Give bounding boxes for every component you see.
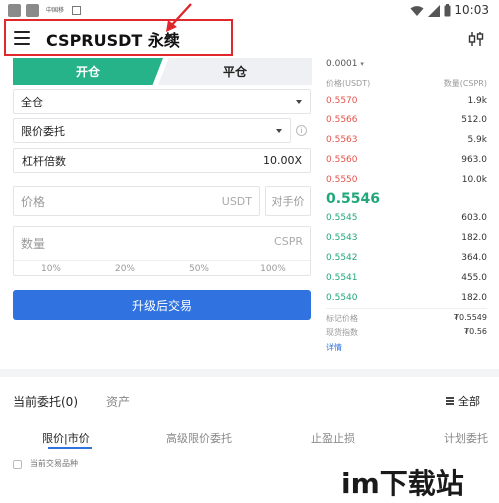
leverage-label: 杠杆倍数 bbox=[22, 154, 66, 168]
ask-qty: 512.0 bbox=[461, 115, 487, 125]
current-symbol-checkbox[interactable] bbox=[13, 460, 22, 469]
leverage-field[interactable]: 杠杆倍数 10.00X bbox=[13, 148, 311, 173]
percent-option-100[interactable]: 100% bbox=[236, 261, 310, 276]
ask-price: 0.5566 bbox=[326, 115, 358, 125]
bid-price: 0.5543 bbox=[326, 233, 358, 243]
upgrade-trade-button[interactable]: 升级后交易 bbox=[13, 290, 311, 320]
percent-option-50[interactable]: 50% bbox=[162, 261, 236, 276]
divider bbox=[326, 308, 487, 309]
info-icon[interactable]: i bbox=[296, 125, 307, 136]
list-icon bbox=[446, 397, 454, 405]
index-label: 现货指数 bbox=[326, 328, 358, 337]
percent-option-20[interactable]: 20% bbox=[88, 261, 162, 276]
tab-close-position[interactable]: 平仓 bbox=[158, 58, 312, 85]
annotation-arrow-icon bbox=[166, 3, 192, 32]
mark-price-value: ₮0.5549 bbox=[453, 313, 487, 322]
index-price-row: 现货指数 ₮0.56 bbox=[326, 327, 487, 338]
subtab-advanced-limit[interactable]: 高级限价委托 bbox=[166, 430, 232, 446]
precision-value: 0.0001 bbox=[326, 59, 358, 69]
quantity-input[interactable]: 数量 CSPR 10% 20% 50% 100% bbox=[13, 226, 311, 276]
bid-row[interactable]: 0.5540 182.0 bbox=[326, 293, 487, 307]
bid-price: 0.5542 bbox=[326, 253, 358, 263]
bid-price: 0.5541 bbox=[326, 273, 358, 283]
bid-price: 0.5545 bbox=[326, 213, 358, 223]
mark-price-row: 标记价格 ₮0.5549 bbox=[326, 313, 487, 324]
signal-icon bbox=[428, 5, 440, 17]
margin-mode-value: 全仓 bbox=[21, 95, 43, 109]
ask-row[interactable]: 0.5560 963.0 bbox=[326, 155, 487, 169]
dropdown-arrow-icon bbox=[276, 129, 282, 133]
section-divider bbox=[0, 369, 499, 377]
price-placeholder: 价格 bbox=[21, 194, 46, 209]
wifi-icon bbox=[410, 6, 424, 16]
bid-price: 0.5540 bbox=[326, 293, 358, 303]
app-icon bbox=[72, 6, 81, 15]
quantity-unit: CSPR bbox=[274, 235, 303, 248]
quantity-placeholder: 数量 bbox=[21, 237, 46, 251]
ask-price: 0.5550 bbox=[326, 175, 358, 185]
clock: 10:03 bbox=[454, 3, 489, 17]
ask-qty: 963.0 bbox=[461, 155, 487, 165]
bid-qty: 455.0 bbox=[461, 273, 487, 283]
filter-button[interactable]: 全部 bbox=[446, 393, 480, 409]
header-price: 价格(USDT) bbox=[326, 79, 371, 88]
checkbox-label: 当前交易品种 bbox=[30, 459, 78, 468]
mark-price-label: 标记价格 bbox=[326, 314, 358, 323]
percent-option-10[interactable]: 10% bbox=[14, 261, 88, 276]
margin-mode-select[interactable]: 全仓 bbox=[13, 89, 311, 114]
ask-row[interactable]: 0.5550 10.0k bbox=[326, 175, 487, 189]
watermark-logo: im下载站 bbox=[335, 462, 497, 502]
ask-row[interactable]: 0.5570 1.9k bbox=[326, 96, 487, 110]
order-book-header: 价格(USDT) 数量(CSPR) bbox=[326, 78, 487, 89]
subtab-tp-sl[interactable]: 止盈止损 bbox=[311, 430, 355, 446]
ask-price: 0.5570 bbox=[326, 96, 358, 106]
tab-open-position[interactable]: 开仓 bbox=[13, 58, 163, 85]
ask-qty: 1.9k bbox=[467, 96, 487, 106]
percent-selector: 10% 20% 50% 100% bbox=[14, 260, 310, 276]
last-price: 0.5546 bbox=[326, 191, 381, 207]
counterparty-price-button[interactable]: 对手价 bbox=[265, 186, 311, 216]
chevron-down-icon: ▾ bbox=[360, 60, 364, 68]
tab-assets[interactable]: 资产 bbox=[106, 393, 130, 410]
battery-icon bbox=[444, 4, 451, 17]
bid-qty: 603.0 bbox=[461, 213, 487, 223]
ask-qty: 10.0k bbox=[461, 175, 487, 185]
subtab-limit-market[interactable]: 限价|市价 bbox=[42, 430, 90, 446]
bid-row[interactable]: 0.5541 455.0 bbox=[326, 273, 487, 287]
notification-icon bbox=[8, 4, 21, 17]
filter-label: 全部 bbox=[458, 395, 480, 408]
precision-select[interactable]: 0.0001 ▾ bbox=[326, 59, 364, 69]
subtab-trigger-orders[interactable]: 计划委托 bbox=[444, 430, 488, 446]
chart-settings-icon[interactable] bbox=[466, 30, 486, 48]
order-type-select[interactable]: 限价委托 bbox=[13, 118, 291, 143]
active-tab-indicator bbox=[48, 447, 92, 449]
dropdown-arrow-icon bbox=[296, 100, 302, 104]
price-input[interactable]: 价格 USDT bbox=[13, 186, 260, 216]
ask-row[interactable]: 0.5563 5.9k bbox=[326, 135, 487, 149]
svg-text:im下载站: im下载站 bbox=[341, 467, 464, 500]
details-link[interactable]: 详情 bbox=[326, 342, 342, 353]
bid-row[interactable]: 0.5542 364.0 bbox=[326, 253, 487, 267]
ask-row[interactable]: 0.5566 512.0 bbox=[326, 115, 487, 129]
ask-price: 0.5563 bbox=[326, 135, 358, 145]
header-qty: 数量(CSPR) bbox=[443, 79, 487, 88]
bid-row[interactable]: 0.5545 603.0 bbox=[326, 213, 487, 227]
notification-icon bbox=[26, 4, 39, 17]
ask-qty: 5.9k bbox=[467, 135, 487, 145]
bid-row[interactable]: 0.5543 182.0 bbox=[326, 233, 487, 247]
order-type-value: 限价委托 bbox=[21, 124, 65, 138]
index-value: ₮0.56 bbox=[464, 327, 487, 336]
bid-qty: 182.0 bbox=[461, 233, 487, 243]
leverage-value: 10.00X bbox=[262, 154, 302, 167]
bid-qty: 364.0 bbox=[461, 253, 487, 263]
ask-price: 0.5560 bbox=[326, 155, 358, 165]
bid-qty: 182.0 bbox=[461, 293, 487, 303]
price-unit: USDT bbox=[221, 194, 252, 208]
carrier-text: 中国移 bbox=[46, 7, 65, 14]
tab-current-orders[interactable]: 当前委托(0) bbox=[13, 393, 78, 410]
